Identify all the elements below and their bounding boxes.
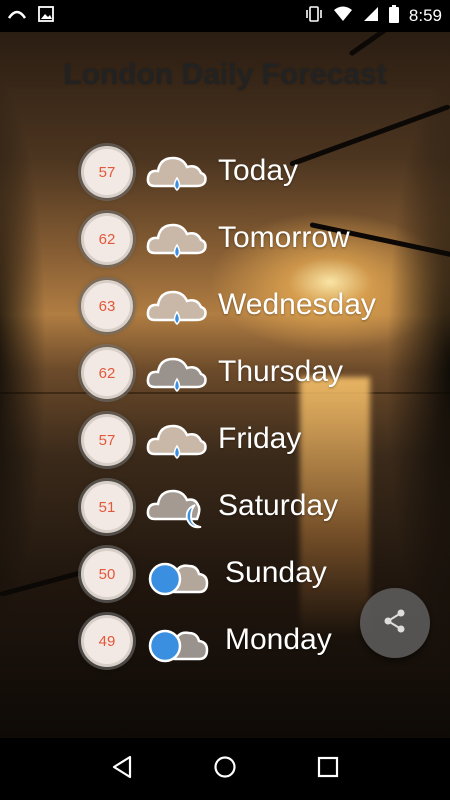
home-icon <box>213 755 237 784</box>
rain-cloud-icon <box>145 349 209 399</box>
cloudy-night-icon <box>145 483 209 533</box>
share-icon <box>382 608 408 639</box>
rain-cloud-icon <box>145 215 209 265</box>
wifi-icon <box>333 6 353 27</box>
day-label: Tomorrow <box>218 221 350 254</box>
day-label: Today <box>218 154 299 187</box>
status-bar: 8:59 <box>0 0 450 32</box>
back-button[interactable] <box>107 754 137 784</box>
back-icon <box>111 755 133 784</box>
battery-icon <box>388 4 399 28</box>
temp-badge: 62 <box>81 347 133 399</box>
forecast-row[interactable]: 57 Today <box>0 140 450 206</box>
rain-cloud-icon <box>145 148 209 198</box>
partly-cloudy-icon <box>145 617 209 667</box>
home-button[interactable] <box>210 754 240 784</box>
forecast-row[interactable]: 62 Tomorrow <box>0 207 450 273</box>
temp-badge: 63 <box>81 280 133 332</box>
page-title: London Daily Forecast <box>63 58 387 91</box>
cast-icon <box>7 7 27 25</box>
temp-badge: 50 <box>81 548 133 600</box>
forecast-row[interactable]: 51 Saturday <box>0 475 450 541</box>
recents-button[interactable] <box>313 754 343 784</box>
forecast-row[interactable]: 57 Friday <box>0 408 450 474</box>
image-icon <box>38 5 54 27</box>
temp-badge: 57 <box>81 414 133 466</box>
temp-badge: 49 <box>81 615 133 667</box>
partly-cloudy-icon <box>145 550 209 600</box>
day-label: Thursday <box>218 355 344 388</box>
rain-cloud-icon <box>145 416 209 466</box>
signal-icon <box>363 6 379 27</box>
day-label: Sunday <box>225 556 327 589</box>
forecast-row[interactable]: 62 Thursday <box>0 341 450 407</box>
vibrate-icon <box>305 5 323 27</box>
day-label: Wednesday <box>218 288 376 321</box>
temp-badge: 62 <box>81 213 133 265</box>
recents-icon <box>317 756 339 783</box>
rain-cloud-icon <box>145 282 209 332</box>
day-label: Saturday <box>218 489 339 522</box>
share-button[interactable] <box>360 588 430 658</box>
temp-badge: 57 <box>81 146 133 198</box>
forecast-row[interactable]: 63 Wednesday <box>0 274 450 340</box>
status-time: 8:59 <box>408 6 442 25</box>
day-label: Friday <box>218 422 302 455</box>
temp-badge: 51 <box>81 481 133 533</box>
navigation-bar <box>0 738 450 800</box>
day-label: Monday <box>225 623 332 656</box>
